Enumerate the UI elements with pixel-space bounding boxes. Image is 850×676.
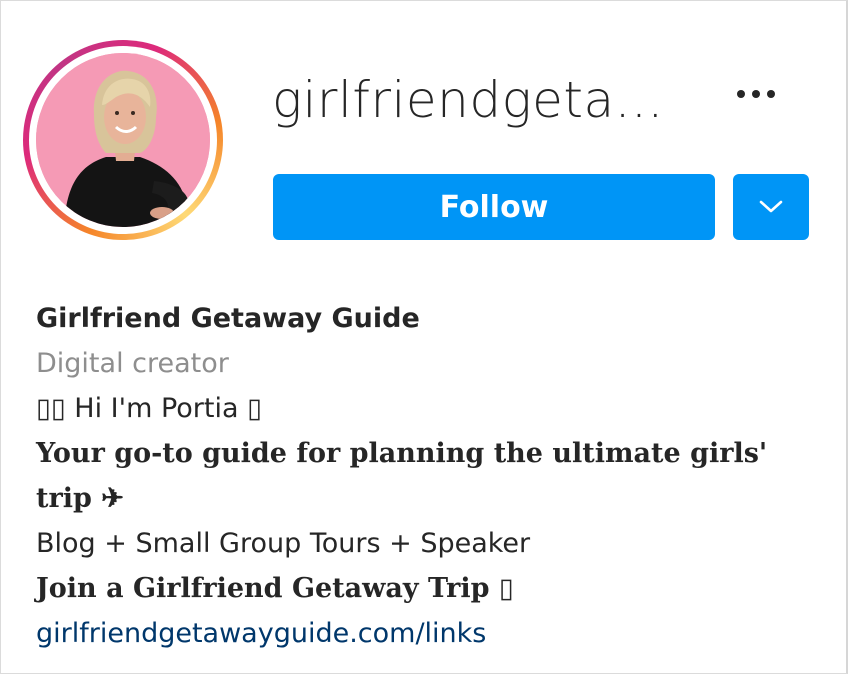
bio-link[interactable]: girlfriendgetawayguide.com/links <box>36 611 836 656</box>
bio-line: ▯▯ Hi I'm Portia ▯ <box>36 393 262 424</box>
chevron-down-icon <box>759 200 783 213</box>
profile-bio: Girlfriend Getaway Guide Digital creator… <box>36 296 836 656</box>
dot <box>737 90 745 98</box>
avatar[interactable] <box>36 53 210 227</box>
username: girlfriendgeta... <box>272 71 664 129</box>
follow-button[interactable]: Follow <box>273 174 715 240</box>
suggested-accounts-button[interactable] <box>733 174 809 240</box>
bio-line-bold: Join a Girlfriend Getaway Trip ▯ <box>36 573 514 604</box>
more-options-icon[interactable] <box>728 74 784 114</box>
dot <box>752 90 760 98</box>
bio-line-bold: Your go-to guide for planning the ultima… <box>36 438 768 469</box>
dot <box>767 90 775 98</box>
bio-line: Blog + Small Group Tours + Speaker <box>36 528 531 559</box>
avatar-photo <box>36 53 210 227</box>
full-name: Girlfriend Getaway Guide <box>36 303 420 334</box>
story-ring[interactable] <box>23 40 223 240</box>
bio-line-bold: trip ✈ <box>36 483 124 514</box>
category-label: Digital creator <box>36 348 229 379</box>
